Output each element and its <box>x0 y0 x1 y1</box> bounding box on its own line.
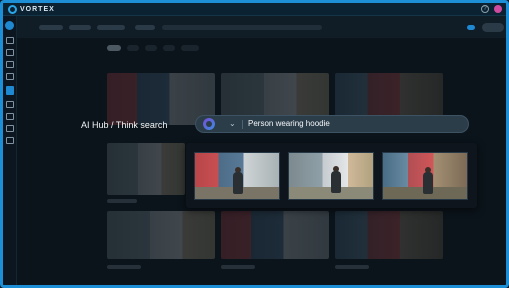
sidebar-archive-icon[interactable] <box>6 125 14 132</box>
brand: VORTEX <box>8 4 55 15</box>
breadcrumb[interactable] <box>69 25 91 30</box>
help-icon[interactable]: ? <box>481 5 489 13</box>
sidebar-search-icon[interactable] <box>6 86 14 95</box>
top-bar <box>17 16 506 38</box>
cast-icon[interactable] <box>467 25 475 30</box>
breadcrumb <box>135 25 155 30</box>
sidebar-grid-icon[interactable] <box>6 37 14 44</box>
result-thumbnail[interactable] <box>288 152 374 200</box>
app-name: VORTEX <box>20 6 55 13</box>
sidebar-user-icon[interactable] <box>6 73 14 80</box>
sidebar-alert-icon[interactable] <box>6 113 14 120</box>
breadcrumb <box>162 25 322 30</box>
ai-mode-icon[interactable] <box>203 118 215 130</box>
result-thumbnail[interactable] <box>194 152 280 200</box>
sidebar-map-icon[interactable] <box>6 49 14 56</box>
breadcrumb[interactable] <box>39 25 63 30</box>
sidebar-camera-icon[interactable] <box>6 101 14 108</box>
result-thumbnail[interactable] <box>382 152 468 200</box>
app-window: VORTEX ? AI Hub / Think search ⌄ Person … <box>0 0 509 288</box>
breadcrumb[interactable] <box>97 25 125 30</box>
action-button[interactable] <box>482 23 504 32</box>
search-bar[interactable]: ⌄ Person wearing hoodie <box>195 115 469 133</box>
search-results-panel <box>186 143 477 208</box>
chevron-down-icon[interactable]: ⌄ <box>229 119 236 128</box>
sidebar-settings-icon[interactable] <box>6 137 14 144</box>
person-figure <box>331 171 341 193</box>
divider <box>242 120 243 129</box>
title-bar: VORTEX ? <box>3 3 506 16</box>
person-figure <box>233 172 243 194</box>
avatar[interactable] <box>494 5 502 13</box>
vortex-logo-icon <box>8 5 17 14</box>
sidebar-folder-icon[interactable] <box>6 61 14 68</box>
search-label: AI Hub / Think search <box>81 120 168 130</box>
sidebar <box>3 16 17 285</box>
sidebar-home-icon[interactable] <box>5 21 14 30</box>
search-input[interactable]: Person wearing hoodie <box>248 119 330 128</box>
person-figure <box>423 172 433 194</box>
